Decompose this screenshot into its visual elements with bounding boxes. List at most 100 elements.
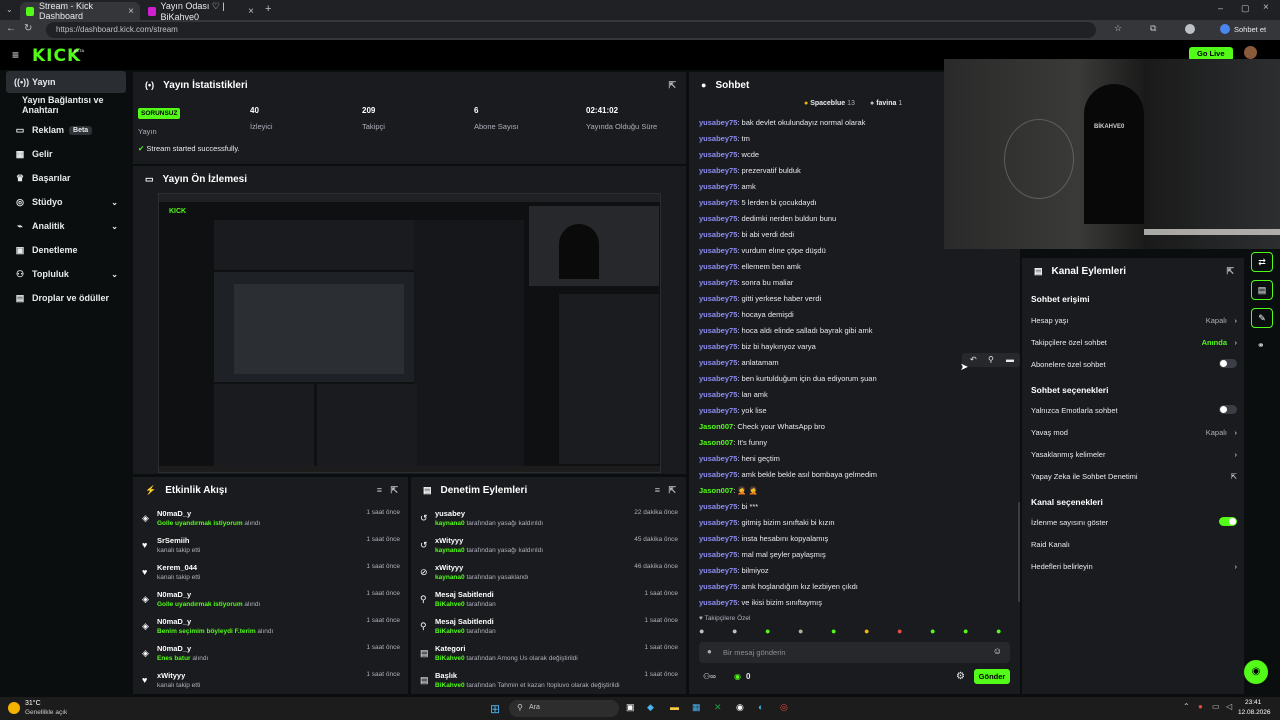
- chat-message[interactable]: yusabey75: lan amk: [699, 390, 768, 399]
- chat-username[interactable]: yusabey75: [699, 294, 737, 303]
- chat-username[interactable]: yusabey75: [699, 406, 737, 415]
- excel-icon[interactable]: ✕: [714, 702, 722, 713]
- sidebar-item-stream-key[interactable]: Yayın Bağlantısı ve Anahtarı: [6, 94, 126, 116]
- popout-icon[interactable]: ⇱: [668, 80, 676, 91]
- chat-username[interactable]: yusabey75: [699, 550, 737, 559]
- chat-message[interactable]: yusabey75: anlatamam: [699, 358, 779, 367]
- chat-username[interactable]: yusabey75: [699, 358, 737, 367]
- chat-username[interactable]: yusabey75: [699, 454, 737, 463]
- activity-user[interactable]: N0maD_y: [157, 509, 191, 518]
- sidebar-item-yayin[interactable]: ((•)) Yayın: [6, 71, 126, 93]
- copilot-icon[interactable]: [1220, 24, 1230, 34]
- row-ai-moderation[interactable]: Yapay Zeka ile Sohbet Denetimi ⇱: [1031, 472, 1237, 481]
- chat-username[interactable]: Jason007: [699, 486, 733, 495]
- tray-arrow-icon[interactable]: ⌃: [1183, 702, 1190, 711]
- chat-username[interactable]: yusabey75: [699, 374, 737, 383]
- sidebar-item-reklam[interactable]: ▭ Reklam Beta: [6, 119, 126, 141]
- chat-message[interactable]: Jason007: It's funny: [699, 438, 767, 447]
- chat-scrollbar[interactable]: [1018, 502, 1020, 602]
- obs-icon[interactable]: ◉: [736, 702, 744, 713]
- pin-icon[interactable]: ⚲: [988, 355, 994, 364]
- row-subs-only[interactable]: Abonelere özel sohbet: [1031, 359, 1237, 369]
- emote-only-toggle[interactable]: [1219, 405, 1237, 414]
- chat-message[interactable]: Jason007: Check your WhatsApp bro: [699, 422, 825, 431]
- chat-message[interactable]: yusabey75: gitti yerkese haber verdi: [699, 294, 821, 303]
- chat-message[interactable]: yusabey75: prezervatif bulduk: [699, 166, 801, 175]
- chat-username[interactable]: yusabey75: [699, 118, 737, 127]
- tab-yayin-odasi[interactable]: Yayın Odası ♡ | BiKahve0 ×: [142, 1, 260, 22]
- sidebar-item-gelir[interactable]: ▦ Gelir: [6, 143, 126, 165]
- row-banned-words[interactable]: Yasaklanmış kelimeler ›: [1031, 450, 1237, 459]
- weather-text[interactable]: Genellikle açık: [25, 709, 67, 716]
- row-emote-only[interactable]: Yalnızca Emotlarla sohbet: [1031, 405, 1237, 415]
- tab-kick-dashboard[interactable]: Stream - Kick Dashboard ×: [20, 1, 140, 21]
- emote-icon[interactable]: ●: [996, 626, 1001, 636]
- emote-icon[interactable]: ●: [930, 626, 935, 636]
- edge-icon[interactable]: ◐: [758, 702, 763, 712]
- chat-with-label[interactable]: Sohbet et: [1234, 25, 1266, 34]
- settings-gear-icon[interactable]: ⚙: [956, 671, 965, 682]
- emote-icon[interactable]: ●: [831, 626, 836, 636]
- filter-icon[interactable]: ≡: [377, 485, 382, 495]
- mod-action-title[interactable]: xWityyy: [435, 536, 463, 545]
- chat-username[interactable]: yusabey75: [699, 214, 737, 223]
- chat-message[interactable]: yusabey75: ben kurtulduğum için dua ediy…: [699, 374, 877, 383]
- popout-icon[interactable]: ⇱: [668, 485, 676, 496]
- chat-message[interactable]: Jason007: 🤦 🤦: [699, 486, 758, 495]
- activity-user[interactable]: SrSemiih: [157, 536, 190, 545]
- chat-username[interactable]: yusabey75: [699, 502, 737, 511]
- chat-message[interactable]: yusabey75: amk bekle bekle asıl bombaya …: [699, 470, 877, 479]
- quick-tools-icon[interactable]: ✎: [1251, 308, 1273, 328]
- chat-username[interactable]: yusabey75: [699, 326, 737, 335]
- volume-icon[interactable]: ◁: [1226, 702, 1232, 711]
- row-followers-only[interactable]: Takipçilere özel sohbet Anında ›: [1031, 338, 1237, 347]
- chat-username[interactable]: yusabey75: [699, 470, 737, 479]
- subs-only-toggle[interactable]: [1219, 359, 1237, 368]
- mod-action-title[interactable]: Mesaj Sabitlendi: [435, 617, 494, 626]
- chat-username[interactable]: yusabey75: [699, 598, 737, 607]
- row-set-goals[interactable]: Hedefleri belirleyin ›: [1031, 562, 1237, 571]
- chat-username[interactable]: yusabey75: [699, 390, 737, 399]
- chat-message[interactable]: yusabey75: vurdum elıne çöpe düşdü: [699, 246, 826, 255]
- chat-username[interactable]: yusabey75: [699, 182, 737, 191]
- mod-action-title[interactable]: yusabey: [435, 509, 465, 518]
- top-gifter-chip[interactable]: ● favina 1: [870, 100, 902, 107]
- mod-action-title[interactable]: Mesaj Sabitlendi: [435, 590, 494, 599]
- profile-avatar[interactable]: [1185, 24, 1195, 34]
- send-button[interactable]: Gönder: [974, 669, 1010, 684]
- clock-time[interactable]: 23:41: [1245, 699, 1261, 706]
- taskbar-search[interactable]: ⚲ Ara: [509, 700, 619, 717]
- emote-icon[interactable]: ●: [897, 626, 902, 636]
- close-tab-icon[interactable]: ×: [248, 6, 254, 17]
- chat-username[interactable]: yusabey75: [699, 518, 737, 527]
- close-tab-icon[interactable]: ×: [128, 6, 134, 17]
- emote-icon[interactable]: ●: [732, 626, 737, 636]
- new-tab-icon[interactable]: +: [265, 3, 271, 15]
- mod-action-title[interactable]: xWityyy: [435, 563, 463, 572]
- chat-username[interactable]: yusabey75: [699, 262, 737, 271]
- row-account-age[interactable]: Hesap yaşı Kapalı ›: [1031, 316, 1237, 325]
- chat-message[interactable]: yusabey75: bi ***: [699, 502, 758, 511]
- chat-message[interactable]: yusabey75: wcde: [699, 150, 759, 159]
- chat-username[interactable]: yusabey75: [699, 342, 737, 351]
- emote-icon[interactable]: ●: [963, 626, 968, 636]
- activity-user[interactable]: xWityyy: [157, 671, 185, 680]
- popout-icon[interactable]: ⇱: [390, 485, 398, 496]
- activity-user[interactable]: N0maD_y: [157, 617, 191, 626]
- row-show-viewcount[interactable]: İzlenme sayısını göster: [1031, 517, 1237, 527]
- clock-date[interactable]: 12.08.2026: [1238, 709, 1271, 716]
- reply-icon[interactable]: ↶: [970, 355, 977, 364]
- chat-username[interactable]: yusabey75: [699, 534, 737, 543]
- chat-input[interactable]: ● Bir mesaj gönderin ☺: [699, 642, 1010, 663]
- chat-username[interactable]: yusabey75: [699, 230, 737, 239]
- url-field[interactable]: https://dashboard.kick.com/stream: [46, 22, 1096, 38]
- top-gifter-chip[interactable]: ● Spaceblue 13: [804, 100, 855, 107]
- emote-icon[interactable]: ●: [765, 626, 770, 636]
- sidebar-item-topluluk[interactable]: ⚇ Topluluk ⌄: [6, 263, 126, 285]
- chat-username[interactable]: Jason007: [699, 438, 733, 447]
- network-icon[interactable]: ▭: [1212, 702, 1220, 711]
- support-chat-icon[interactable]: ◉: [1244, 660, 1268, 684]
- store-icon[interactable]: ▦: [692, 702, 701, 713]
- chat-message[interactable]: yusabey75: sonra bu maliar: [699, 278, 793, 287]
- trash-icon[interactable]: ▬: [1006, 355, 1014, 364]
